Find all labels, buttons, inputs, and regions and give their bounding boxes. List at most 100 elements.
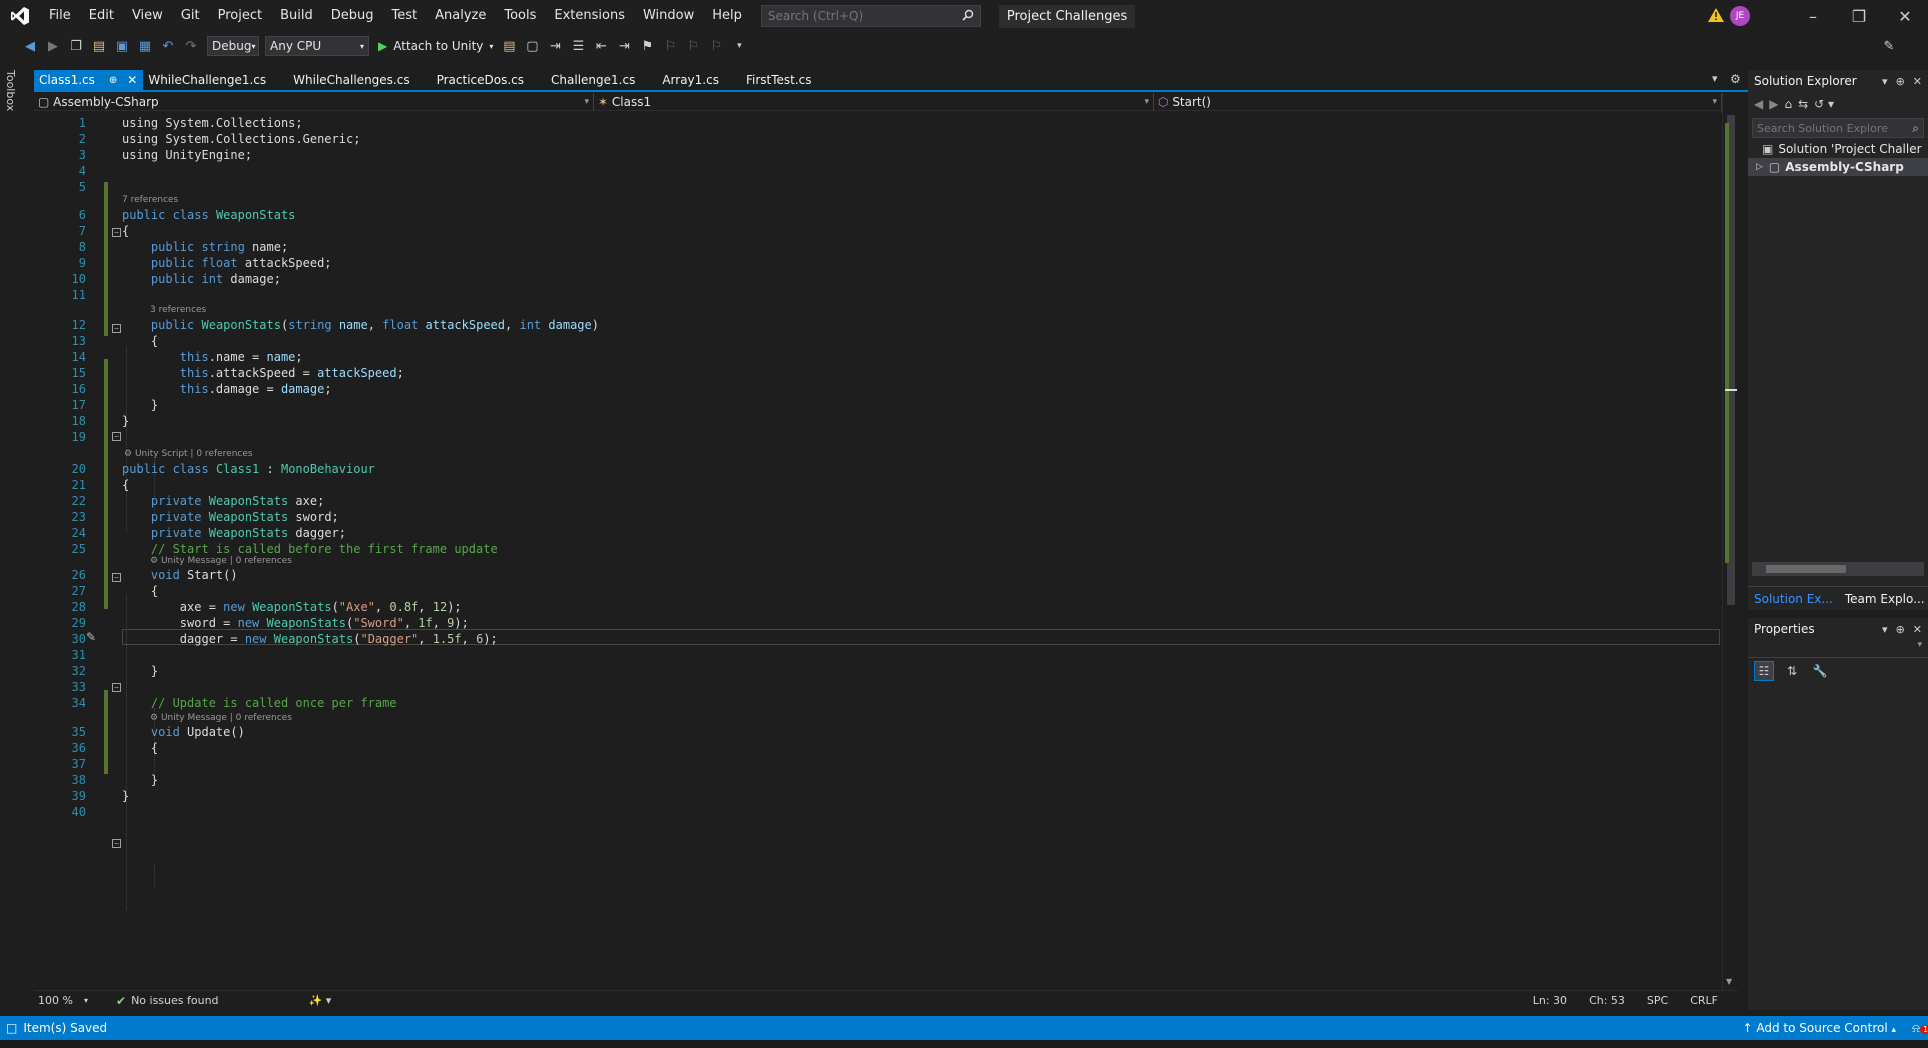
- line-text: }: [122, 773, 159, 787]
- redo-icon[interactable]: ↷: [181, 36, 201, 56]
- navigate-back-icon[interactable]: ◀: [20, 36, 40, 56]
- back-icon[interactable]: ◀: [1754, 97, 1763, 111]
- home-icon[interactable]: ⌂: [1784, 97, 1792, 111]
- browser-icon[interactable]: ▢: [522, 36, 542, 56]
- notifications-button[interactable]: ⍾ 1: [1912, 1021, 1928, 1036]
- object-select[interactable]: ▾: [1748, 640, 1928, 658]
- visual-studio-logo-icon[interactable]: [0, 0, 40, 32]
- next-bookmark-icon[interactable]: ⚐: [683, 36, 703, 56]
- configuration-select[interactable]: Debug ▾: [207, 36, 259, 56]
- project-dropdown[interactable]: ▢ Assembly-CSharp ▾: [34, 92, 594, 111]
- tab-class1[interactable]: Class1.cs ⊕ ✕: [34, 70, 144, 90]
- code-editor[interactable]: ✎ − − − − − − 1 using System.Collections;…: [34, 112, 1722, 990]
- toolbox-tab[interactable]: Toolbox: [4, 70, 17, 111]
- close-icon[interactable]: ✕: [1913, 623, 1922, 636]
- close-window-button[interactable]: ✕: [1882, 0, 1928, 32]
- close-icon[interactable]: ✕: [1913, 75, 1922, 88]
- open-folder-icon[interactable]: ▤: [89, 36, 109, 56]
- platform-select[interactable]: Any CPU ▾: [265, 36, 369, 56]
- line-ending-indicator[interactable]: CRLF: [1690, 994, 1718, 1007]
- menu-tools[interactable]: Tools: [495, 0, 545, 32]
- tab-firsttest[interactable]: FirstTest.cs: [741, 70, 834, 90]
- panel-menu-icon[interactable]: ▾: [1882, 623, 1888, 636]
- search-icon[interactable]: ⌕: [1912, 121, 1919, 136]
- menu-project[interactable]: Project: [209, 0, 271, 32]
- minimize-button[interactable]: –: [1790, 0, 1836, 32]
- member-dropdown[interactable]: ⬡ Start() ▾: [1154, 92, 1722, 111]
- forward-icon[interactable]: ▶: [1769, 97, 1778, 111]
- menu-analyze[interactable]: Analyze: [426, 0, 495, 32]
- navigate-forward-icon[interactable]: ▶: [43, 36, 63, 56]
- folder-icon[interactable]: ▤: [499, 36, 519, 56]
- tab-overflow-icon[interactable]: ▾: [1712, 72, 1718, 85]
- step-icon[interactable]: ⇥: [545, 36, 565, 56]
- menu-view[interactable]: View: [123, 0, 172, 32]
- tab-whilechallenge1[interactable]: WhileChallenge1.cs: [143, 70, 288, 90]
- type-dropdown[interactable]: ✶ Class1 ▾: [594, 92, 1154, 111]
- editor-vertical-scrollbar[interactable]: ▼: [1722, 93, 1738, 990]
- tab-solution-explorer[interactable]: Solution Ex...: [1748, 592, 1839, 606]
- source-control-button[interactable]: ↑ Add to Source Control ▴: [1742, 1021, 1896, 1035]
- tab-challenge1[interactable]: Challenge1.cs: [546, 70, 657, 90]
- search-icon[interactable]: [962, 9, 974, 24]
- menu-window[interactable]: Window: [634, 0, 703, 32]
- menu-build[interactable]: Build: [271, 0, 322, 32]
- scrollbar-thumb[interactable]: [1766, 565, 1846, 573]
- save-icon[interactable]: ▣: [112, 36, 132, 56]
- attach-to-unity-button[interactable]: ▶ Attach to Unity ▾: [372, 39, 499, 53]
- outdent-icon[interactable]: ⇥: [614, 36, 634, 56]
- live-share-icon[interactable]: ✎: [1879, 36, 1899, 56]
- property-pages-icon[interactable]: 🔧: [1810, 661, 1830, 681]
- panel-menu-icon[interactable]: ▾: [1882, 75, 1888, 88]
- new-project-icon[interactable]: ❐: [66, 36, 86, 56]
- pin-icon[interactable]: ⊕: [1896, 623, 1905, 636]
- save-all-icon[interactable]: ▦: [135, 36, 155, 56]
- scroll-down-icon[interactable]: ▼: [1726, 977, 1732, 986]
- zoom-select[interactable]: 100 % ▾: [34, 993, 92, 1009]
- issues-indicator[interactable]: ✔ No issues found: [116, 994, 219, 1008]
- menu-debug[interactable]: Debug: [322, 0, 383, 32]
- tab-whilechallenges[interactable]: WhileChallenges.cs: [288, 70, 431, 90]
- menu-help[interactable]: Help: [703, 0, 751, 32]
- pin-icon[interactable]: ⊕: [109, 75, 117, 86]
- tree-item-solution[interactable]: ▣ Solution 'Project Challer: [1748, 140, 1928, 158]
- indent-icon[interactable]: ⇤: [591, 36, 611, 56]
- history-icon[interactable]: ↺ ▾: [1814, 97, 1834, 111]
- codelens-unity-script[interactable]: ⚙ Unity Script | 0 references: [124, 449, 253, 461]
- alphabetical-icon[interactable]: ⇅: [1782, 661, 1802, 681]
- tab-team-explorer[interactable]: Team Explo...: [1839, 592, 1928, 606]
- menu-extensions[interactable]: Extensions: [545, 0, 634, 32]
- search-input[interactable]: [767, 9, 948, 23]
- undo-icon[interactable]: ↶: [158, 36, 178, 56]
- tab-practicedos[interactable]: PracticeDos.cs: [432, 70, 546, 90]
- menu-edit[interactable]: Edit: [80, 0, 123, 32]
- restore-button[interactable]: ❐: [1836, 0, 1882, 32]
- line-indicator[interactable]: Ln: 30: [1533, 994, 1567, 1007]
- code-cleanup-icon[interactable]: ✨ ▾: [309, 994, 332, 1007]
- spacing-indicator[interactable]: SPC: [1647, 994, 1668, 1007]
- horizontal-scrollbar[interactable]: [1752, 562, 1924, 576]
- column-indicator[interactable]: Ch: 53: [1589, 994, 1625, 1007]
- gear-icon[interactable]: ⚙: [1730, 72, 1741, 86]
- toolbar-overflow-icon[interactable]: ▾: [729, 36, 749, 56]
- solution-search-input[interactable]: [1757, 121, 1897, 135]
- warning-icon[interactable]: [1708, 7, 1724, 25]
- menu-git[interactable]: Git: [172, 0, 209, 32]
- user-avatar[interactable]: JE: [1730, 6, 1750, 26]
- codelens-references[interactable]: 7 references: [122, 195, 178, 207]
- tab-array1[interactable]: Array1.cs: [657, 70, 741, 90]
- hierarchy-icon[interactable]: ☰: [568, 36, 588, 56]
- categorized-icon[interactable]: ☷: [1754, 661, 1774, 681]
- close-icon[interactable]: ✕: [127, 73, 137, 87]
- switch-views-icon[interactable]: ⇆: [1798, 97, 1808, 111]
- bookmark-icon[interactable]: ⚑: [637, 36, 657, 56]
- platform-value: Any CPU: [270, 39, 322, 53]
- pin-icon[interactable]: ⊕: [1896, 75, 1905, 88]
- expand-icon[interactable]: ▷: [1756, 162, 1763, 172]
- clear-bookmarks-icon[interactable]: ⚐: [706, 36, 726, 56]
- codelens-references[interactable]: 3 references: [150, 305, 206, 317]
- menu-file[interactable]: File: [40, 0, 80, 32]
- menu-test[interactable]: Test: [383, 0, 427, 32]
- prev-bookmark-icon[interactable]: ⚐: [660, 36, 680, 56]
- tree-item-project[interactable]: ▷ ▢ Assembly-CSharp: [1748, 158, 1928, 176]
